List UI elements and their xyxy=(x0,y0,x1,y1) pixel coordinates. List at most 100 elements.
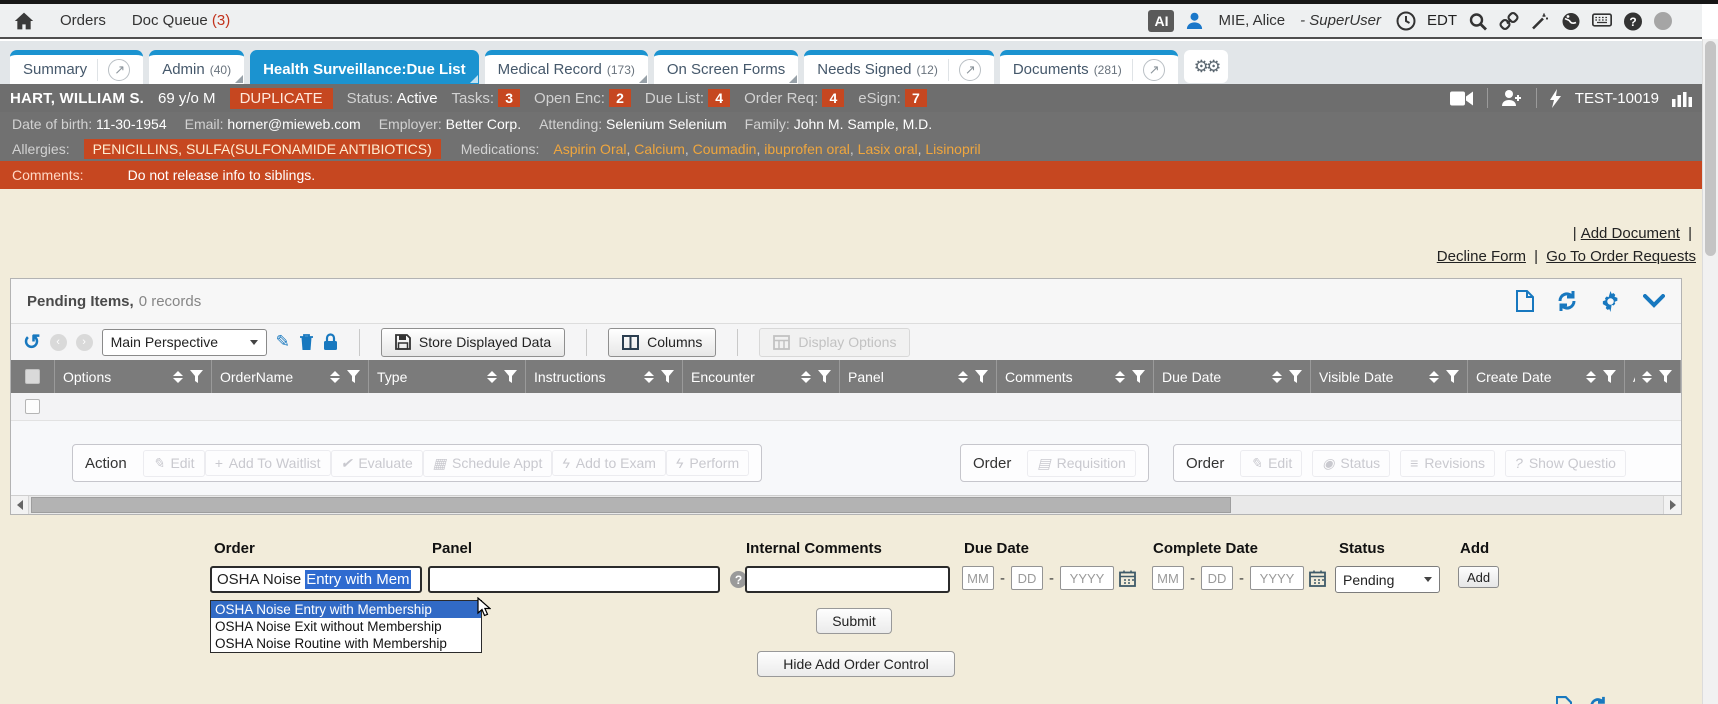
ai-badge[interactable]: AI xyxy=(1148,10,1174,32)
internal-comments-input[interactable] xyxy=(745,566,950,593)
filter-icon[interactable] xyxy=(1446,370,1459,383)
tasks-count-badge[interactable]: 3 xyxy=(498,89,520,107)
filter-icon[interactable] xyxy=(1603,370,1616,383)
filter-icon[interactable] xyxy=(190,370,203,383)
sort-icon[interactable] xyxy=(1429,371,1439,383)
open-in-new-icon[interactable]: ↗ xyxy=(1143,59,1165,81)
sort-icon[interactable] xyxy=(487,371,497,383)
new-document-icon[interactable] xyxy=(1516,290,1534,312)
edit-perspective-icon[interactable]: ✎ xyxy=(276,332,290,352)
due-day-input[interactable]: DD xyxy=(1011,566,1043,590)
tab[interactable]: Summary ↗ xyxy=(10,50,143,84)
tab[interactable]: Needs Signed (12) ↗ xyxy=(804,50,994,84)
due-list-count-badge[interactable]: 4 xyxy=(708,89,730,107)
order-req-count-badge[interactable]: 4 xyxy=(822,89,844,107)
column-header[interactable]: Create Date xyxy=(1468,360,1625,393)
autocomplete-option[interactable]: OSHA Noise Exit without Membership xyxy=(211,618,481,635)
open-in-new-icon[interactable]: ↗ xyxy=(959,59,981,81)
status-select[interactable]: Pending xyxy=(1335,566,1440,593)
filter-icon[interactable] xyxy=(1132,370,1145,383)
column-header[interactable]: Visible Date xyxy=(1311,360,1468,393)
column-header[interactable]: Panel xyxy=(840,360,997,393)
medication[interactable]: ibuprofen oral xyxy=(764,141,857,157)
decline-form-link[interactable]: Decline Form xyxy=(1437,248,1526,265)
autocomplete-option[interactable]: OSHA Noise Entry with Membership xyxy=(211,601,481,618)
vertical-scrollbar[interactable] xyxy=(1702,39,1718,704)
refresh-icon[interactable] xyxy=(1588,696,1608,704)
nav-doc-queue[interactable]: Doc Queue (3) xyxy=(132,12,230,29)
lock-icon[interactable] xyxy=(323,333,338,351)
order-autocomplete-input[interactable]: OSHA NoiseEntry with Mem xyxy=(210,566,422,593)
column-header[interactable]: Comments xyxy=(997,360,1154,393)
allergy-badge[interactable]: PENICILLINS, SULFA(SULFONAMIDE ANTIBIOTI… xyxy=(84,139,441,159)
column-header[interactable]: Type xyxy=(369,360,526,393)
sort-icon[interactable] xyxy=(1642,371,1652,383)
prev-perspective-icon[interactable]: ‹ xyxy=(50,334,67,351)
filter-icon[interactable] xyxy=(1659,370,1672,383)
sort-icon[interactable] xyxy=(330,371,340,383)
go-to-order-requests-link[interactable]: Go To Order Requests xyxy=(1546,248,1696,265)
complete-month-input[interactable]: MM xyxy=(1152,566,1184,590)
filter-icon[interactable] xyxy=(1289,370,1302,383)
medication[interactable]: Lasix oral xyxy=(858,141,926,157)
filter-icon[interactable] xyxy=(975,370,988,383)
due-month-input[interactable]: MM xyxy=(962,566,994,590)
column-header[interactable]: A xyxy=(1625,360,1681,393)
sort-icon[interactable] xyxy=(1272,371,1282,383)
autocomplete-option[interactable]: OSHA Noise Routine with Membership xyxy=(211,635,481,652)
sort-icon[interactable] xyxy=(801,371,811,383)
sort-icon[interactable] xyxy=(173,371,183,383)
tab-settings-button[interactable]: ⚙⚙ xyxy=(1184,50,1228,83)
add-order-button[interactable]: Add xyxy=(1458,566,1499,588)
medication[interactable]: Lisinopril xyxy=(925,141,980,157)
perspective-select[interactable]: Main Perspective xyxy=(102,329,267,356)
columns-button[interactable]: Columns xyxy=(608,328,716,357)
bolt-icon[interactable] xyxy=(1550,89,1562,108)
wand-icon[interactable] xyxy=(1530,11,1550,31)
filter-icon[interactable] xyxy=(661,370,674,383)
video-camera-icon[interactable] xyxy=(1450,90,1474,107)
nav-orders[interactable]: Orders xyxy=(60,12,106,29)
scroll-right-arrow[interactable] xyxy=(1663,496,1681,514)
medication[interactable]: Calcium xyxy=(634,141,692,157)
delete-perspective-icon[interactable] xyxy=(299,333,314,351)
select-all-cell[interactable] xyxy=(11,360,55,393)
new-document-icon[interactable] xyxy=(1556,696,1572,704)
clock-icon[interactable] xyxy=(1396,11,1416,31)
sort-icon[interactable] xyxy=(1115,371,1125,383)
tab[interactable]: On Screen Forms xyxy=(654,50,798,84)
medication[interactable]: Aspirin Oral xyxy=(553,141,634,157)
hide-add-order-control-button[interactable]: Hide Add Order Control xyxy=(757,651,955,677)
complete-day-input[interactable]: DD xyxy=(1201,566,1233,590)
filter-icon[interactable] xyxy=(504,370,517,383)
due-year-input[interactable]: YYYY xyxy=(1060,566,1114,590)
scroll-left-arrow[interactable] xyxy=(11,496,29,514)
filter-icon[interactable] xyxy=(818,370,831,383)
open-enc-count-badge[interactable]: 2 xyxy=(609,89,631,107)
column-header[interactable]: Encounter xyxy=(683,360,840,393)
esign-count-badge[interactable]: 7 xyxy=(905,89,927,107)
filter-icon[interactable] xyxy=(347,370,360,383)
select-all-checkbox[interactable] xyxy=(25,369,40,384)
sort-icon[interactable] xyxy=(1586,371,1596,383)
tab[interactable]: Medical Record (173) xyxy=(485,50,648,84)
search-icon[interactable] xyxy=(1468,11,1488,31)
collapse-chevron-icon[interactable] xyxy=(1643,294,1665,308)
refresh-icon[interactable] xyxy=(1556,290,1578,312)
undo-icon[interactable]: ↺ xyxy=(23,332,41,353)
medication[interactable]: Coumadin xyxy=(693,141,765,157)
add-user-icon[interactable] xyxy=(1501,89,1523,107)
panel-input[interactable] xyxy=(428,566,720,593)
calendar-icon[interactable] xyxy=(1119,570,1136,587)
row-checkbox[interactable] xyxy=(25,399,40,414)
submit-button[interactable]: Submit xyxy=(816,608,892,634)
horizontal-scrollbar[interactable] xyxy=(11,495,1681,514)
gear-icon[interactable] xyxy=(1600,291,1621,312)
sort-icon[interactable] xyxy=(644,371,654,383)
column-header[interactable]: Instructions xyxy=(526,360,683,393)
scrollbar-thumb[interactable] xyxy=(1705,41,1716,256)
home-icon[interactable] xyxy=(14,11,34,31)
open-in-new-icon[interactable]: ↗ xyxy=(108,59,130,81)
add-document-link[interactable]: Add Document xyxy=(1581,225,1680,242)
help-icon[interactable]: ? xyxy=(1623,11,1643,31)
